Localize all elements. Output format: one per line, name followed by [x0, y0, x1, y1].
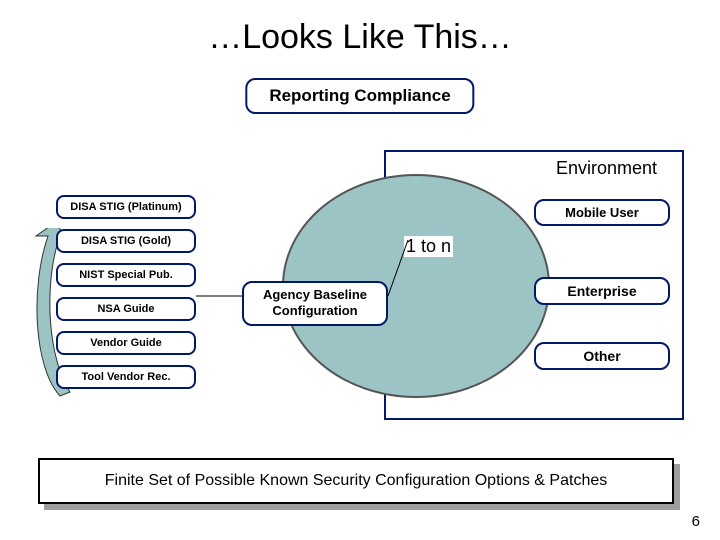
source-nist: NIST Special Pub. — [56, 263, 196, 287]
mobile-user-node: Mobile User — [534, 199, 670, 226]
agency-line2: Configuration — [272, 303, 357, 318]
other-node: Other — [534, 342, 670, 370]
sources-column: DISA STIG (Platinum) DISA STIG (Gold) NI… — [56, 195, 196, 399]
one-to-n-label: 1 to n — [404, 236, 453, 257]
connector-agency-to-env — [352, 230, 408, 308]
page-number: 6 — [692, 513, 700, 530]
source-vendor: Vendor Guide — [56, 331, 196, 355]
connector-sources-to-agency — [196, 280, 242, 312]
reporting-compliance-pill: Reporting Compliance — [245, 78, 474, 114]
enterprise-node: Enterprise — [534, 277, 670, 305]
source-tool-vendor: Tool Vendor Rec. — [56, 365, 196, 389]
source-nsa: NSA Guide — [56, 297, 196, 321]
source-disa-platinum: DISA STIG (Platinum) — [56, 195, 196, 219]
footer-box: Finite Set of Possible Known Security Co… — [38, 458, 674, 504]
environment-label: Environment — [556, 158, 657, 179]
source-disa-gold: DISA STIG (Gold) — [56, 229, 196, 253]
footer-text: Finite Set of Possible Known Security Co… — [105, 472, 607, 490]
slide: …Looks Like This… Reporting Compliance E… — [0, 0, 720, 540]
slide-title: …Looks Like This… — [0, 18, 720, 57]
